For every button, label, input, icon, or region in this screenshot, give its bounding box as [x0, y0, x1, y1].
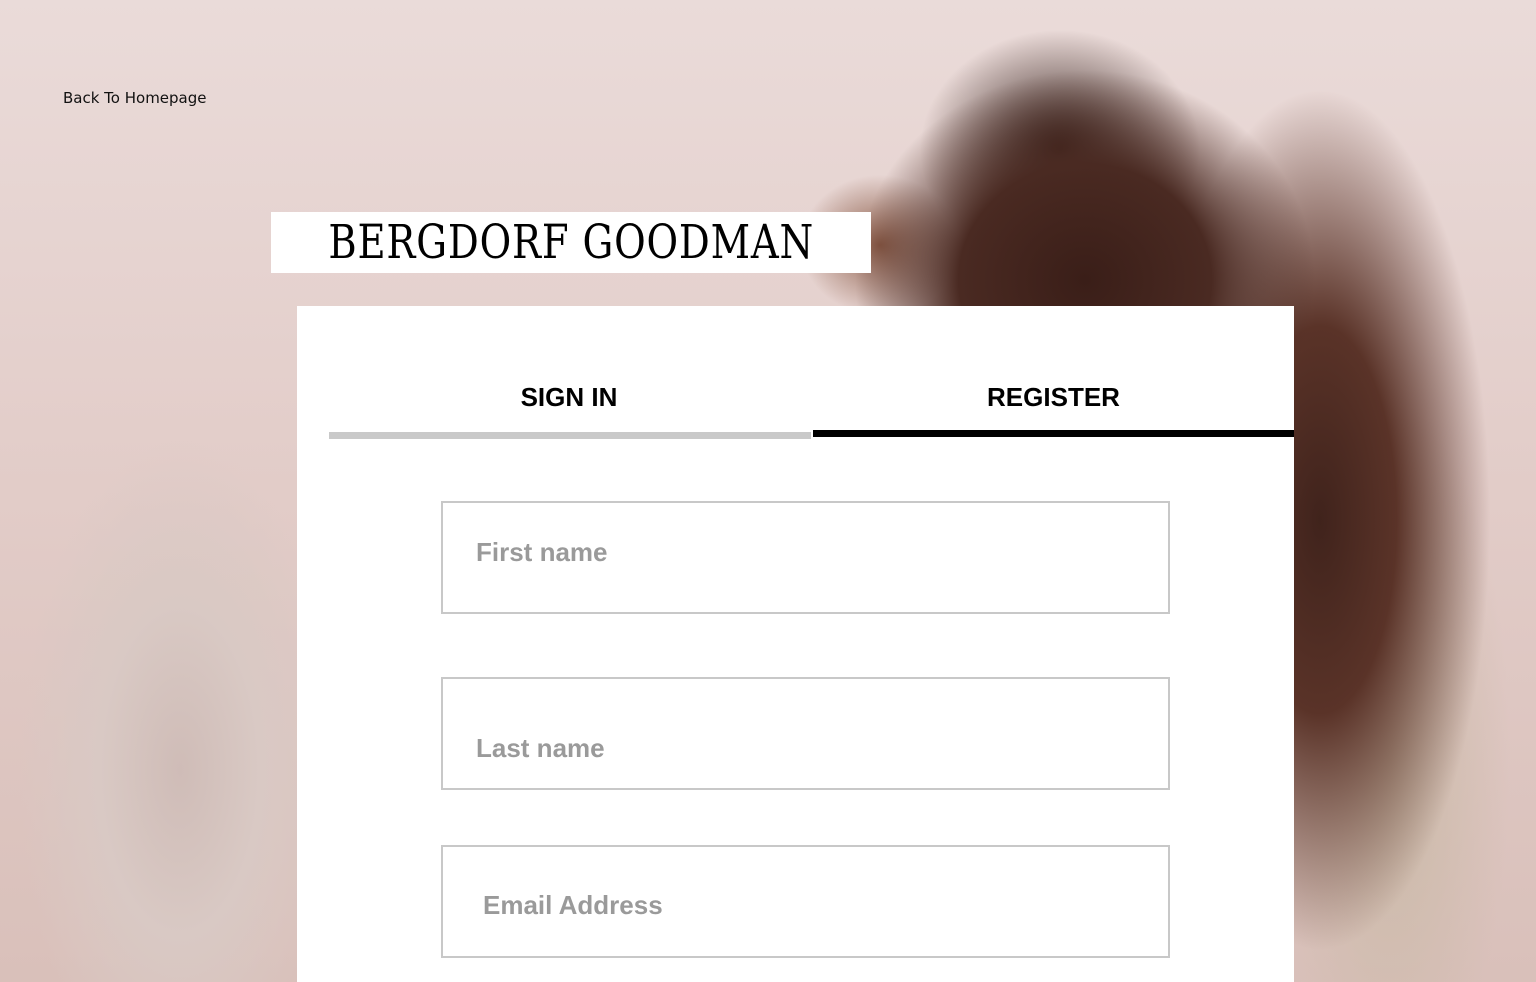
first-name-input[interactable]: [443, 503, 1168, 612]
back-to-homepage-link[interactable]: Back To Homepage: [63, 89, 207, 107]
brand-logo[interactable]: BERGDORF GOODMAN: [271, 212, 871, 273]
last-name-field: [441, 677, 1170, 790]
first-name-field: [441, 501, 1170, 614]
email-input[interactable]: [443, 847, 1168, 956]
logo-text: BERGDORF GOODMAN: [328, 215, 814, 270]
email-field: [441, 845, 1170, 958]
auth-card: SIGN IN REGISTER: [297, 306, 1294, 982]
tab-register[interactable]: REGISTER: [813, 382, 1294, 422]
tab-sign-in-underline: [329, 432, 811, 439]
last-name-input[interactable]: [443, 679, 1168, 788]
tab-sign-in[interactable]: SIGN IN: [329, 382, 809, 422]
tab-register-underline: [813, 430, 1294, 437]
